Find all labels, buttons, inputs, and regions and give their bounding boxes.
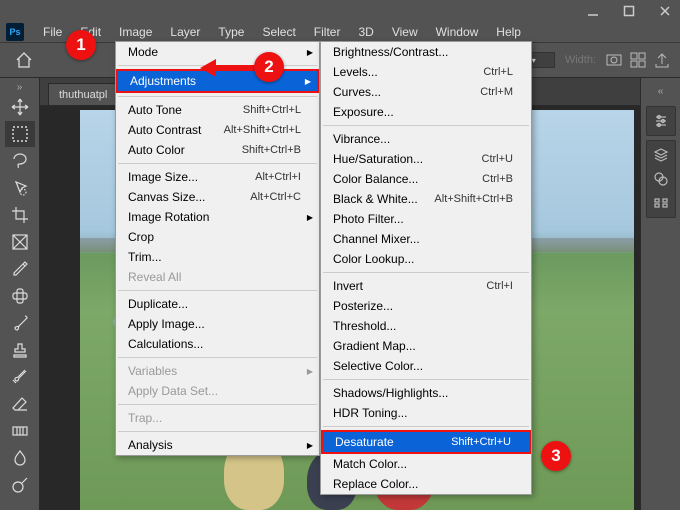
menu-item-match-color[interactable]: Match Color... [321, 454, 531, 474]
eyedropper-tool[interactable] [5, 256, 35, 282]
menu-image-dropdown: ModeAdjustmentsAuto ToneShift+Ctrl+LAuto… [115, 41, 320, 456]
toolbar-collapse-icon[interactable]: » [5, 80, 35, 94]
menu-layer[interactable]: Layer [161, 23, 209, 41]
menu-item-auto-tone[interactable]: Auto ToneShift+Ctrl+L [116, 100, 319, 120]
history-brush-tool[interactable] [5, 364, 35, 390]
grid-icon[interactable] [630, 52, 646, 68]
menu-item-color-balance[interactable]: Color Balance...Ctrl+B [321, 169, 531, 189]
marquee-tool[interactable] [5, 121, 35, 147]
menu-item-crop[interactable]: Crop [116, 227, 319, 247]
menu-item-auto-color[interactable]: Auto ColorShift+Ctrl+B [116, 140, 319, 160]
menu-file[interactable]: File [34, 23, 71, 41]
menu-image[interactable]: Image [110, 23, 161, 41]
panel-properties-icon[interactable] [649, 111, 673, 131]
share-icon[interactable] [654, 52, 670, 68]
menu-select[interactable]: Select [253, 23, 304, 41]
menu-item-apply-image[interactable]: Apply Image... [116, 314, 319, 334]
menu-item-gradient-map[interactable]: Gradient Map... [321, 336, 531, 356]
menu-item-desaturate[interactable]: DesaturateShift+Ctrl+U [323, 432, 529, 452]
panel-channels-icon[interactable] [649, 169, 673, 189]
gradient-tool[interactable] [5, 418, 35, 444]
menu-item-color-lookup[interactable]: Color Lookup... [321, 249, 531, 269]
callout-arrow-2 [214, 65, 258, 70]
menu-item-selective-color[interactable]: Selective Color... [321, 356, 531, 376]
callout-1: 1 [66, 30, 96, 60]
menu-item-invert[interactable]: InvertCtrl+I [321, 276, 531, 296]
dodge-tool[interactable] [5, 472, 35, 498]
panel-paths-icon[interactable] [649, 193, 673, 213]
stamp-tool[interactable] [5, 337, 35, 363]
menu-item-replace-color[interactable]: Replace Color... [321, 474, 531, 494]
menu-item-channel-mixer[interactable]: Channel Mixer... [321, 229, 531, 249]
menu-item-analysis[interactable]: Analysis [116, 435, 319, 455]
menu-item-variables: Variables [116, 361, 319, 381]
menu-filter[interactable]: Filter [305, 23, 350, 41]
menu-item-posterize[interactable]: Posterize... [321, 296, 531, 316]
menu-item-apply-data-set: Apply Data Set... [116, 381, 319, 401]
callout-3: 3 [541, 441, 571, 471]
menu-view[interactable]: View [383, 23, 427, 41]
callout-2: 2 [254, 52, 284, 82]
menu-item-brightness-contrast[interactable]: Brightness/Contrast... [321, 42, 531, 62]
menu-item-hue-saturation[interactable]: Hue/Saturation...Ctrl+U [321, 149, 531, 169]
brush-tool[interactable] [5, 310, 35, 336]
menu-item-mode[interactable]: Mode [116, 42, 319, 62]
menu-item-black-white[interactable]: Black & White...Alt+Shift+Ctrl+B [321, 189, 531, 209]
window-minimize-button[interactable] [584, 2, 602, 20]
menu-item-curves[interactable]: Curves...Ctrl+M [321, 82, 531, 102]
panel-layers-icon[interactable] [649, 145, 673, 165]
menu-item-photo-filter[interactable]: Photo Filter... [321, 209, 531, 229]
home-icon[interactable] [10, 46, 38, 74]
mask-icon[interactable] [606, 52, 622, 68]
menu-item-levels[interactable]: Levels...Ctrl+L [321, 62, 531, 82]
menu-item-adjustments[interactable]: Adjustments [118, 71, 317, 91]
menu-item-trim[interactable]: Trim... [116, 247, 319, 267]
menu-adjustments-dropdown: Brightness/Contrast...Levels...Ctrl+LCur… [320, 41, 532, 495]
menu-3d[interactable]: 3D [349, 23, 382, 41]
menu-item-calculations[interactable]: Calculations... [116, 334, 319, 354]
eraser-tool[interactable] [5, 391, 35, 417]
move-tool[interactable] [5, 94, 35, 120]
menu-type[interactable]: Type [209, 23, 253, 41]
menu-item-exposure[interactable]: Exposure... [321, 102, 531, 122]
menubar: Ps File Edit Image Layer Type Select Fil… [0, 22, 680, 42]
window-close-button[interactable] [656, 2, 674, 20]
blur-tool[interactable] [5, 445, 35, 471]
menu-item-reveal-all: Reveal All [116, 267, 319, 287]
window-maximize-button[interactable] [620, 2, 638, 20]
menu-item-image-size[interactable]: Image Size...Alt+Ctrl+I [116, 167, 319, 187]
panels-collapse-icon[interactable]: « [646, 84, 676, 98]
menu-item-shadows-highlights[interactable]: Shadows/Highlights... [321, 383, 531, 403]
menu-item-trap: Trap... [116, 408, 319, 428]
menu-item-duplicate[interactable]: Duplicate... [116, 294, 319, 314]
menu-item-threshold[interactable]: Threshold... [321, 316, 531, 336]
menu-item-auto-contrast[interactable]: Auto ContrastAlt+Shift+Ctrl+L [116, 120, 319, 140]
menu-item-hdr-toning[interactable]: HDR Toning... [321, 403, 531, 423]
crop-tool[interactable] [5, 202, 35, 228]
menu-help[interactable]: Help [487, 23, 530, 41]
lasso-tool[interactable] [5, 148, 35, 174]
frame-tool[interactable] [5, 229, 35, 255]
menu-item-canvas-size[interactable]: Canvas Size...Alt+Ctrl+C [116, 187, 319, 207]
quick-select-tool[interactable] [5, 175, 35, 201]
menu-window[interactable]: Window [427, 23, 488, 41]
tools-panel: » [0, 78, 40, 510]
healing-tool[interactable] [5, 283, 35, 309]
width-label: Width: [565, 54, 596, 66]
app-logo: Ps [6, 23, 24, 41]
menu-item-image-rotation[interactable]: Image Rotation [116, 207, 319, 227]
panels-dock: « [640, 78, 680, 510]
menu-item-vibrance[interactable]: Vibrance... [321, 129, 531, 149]
document-tab[interactable]: thuthuatpl [48, 83, 120, 105]
